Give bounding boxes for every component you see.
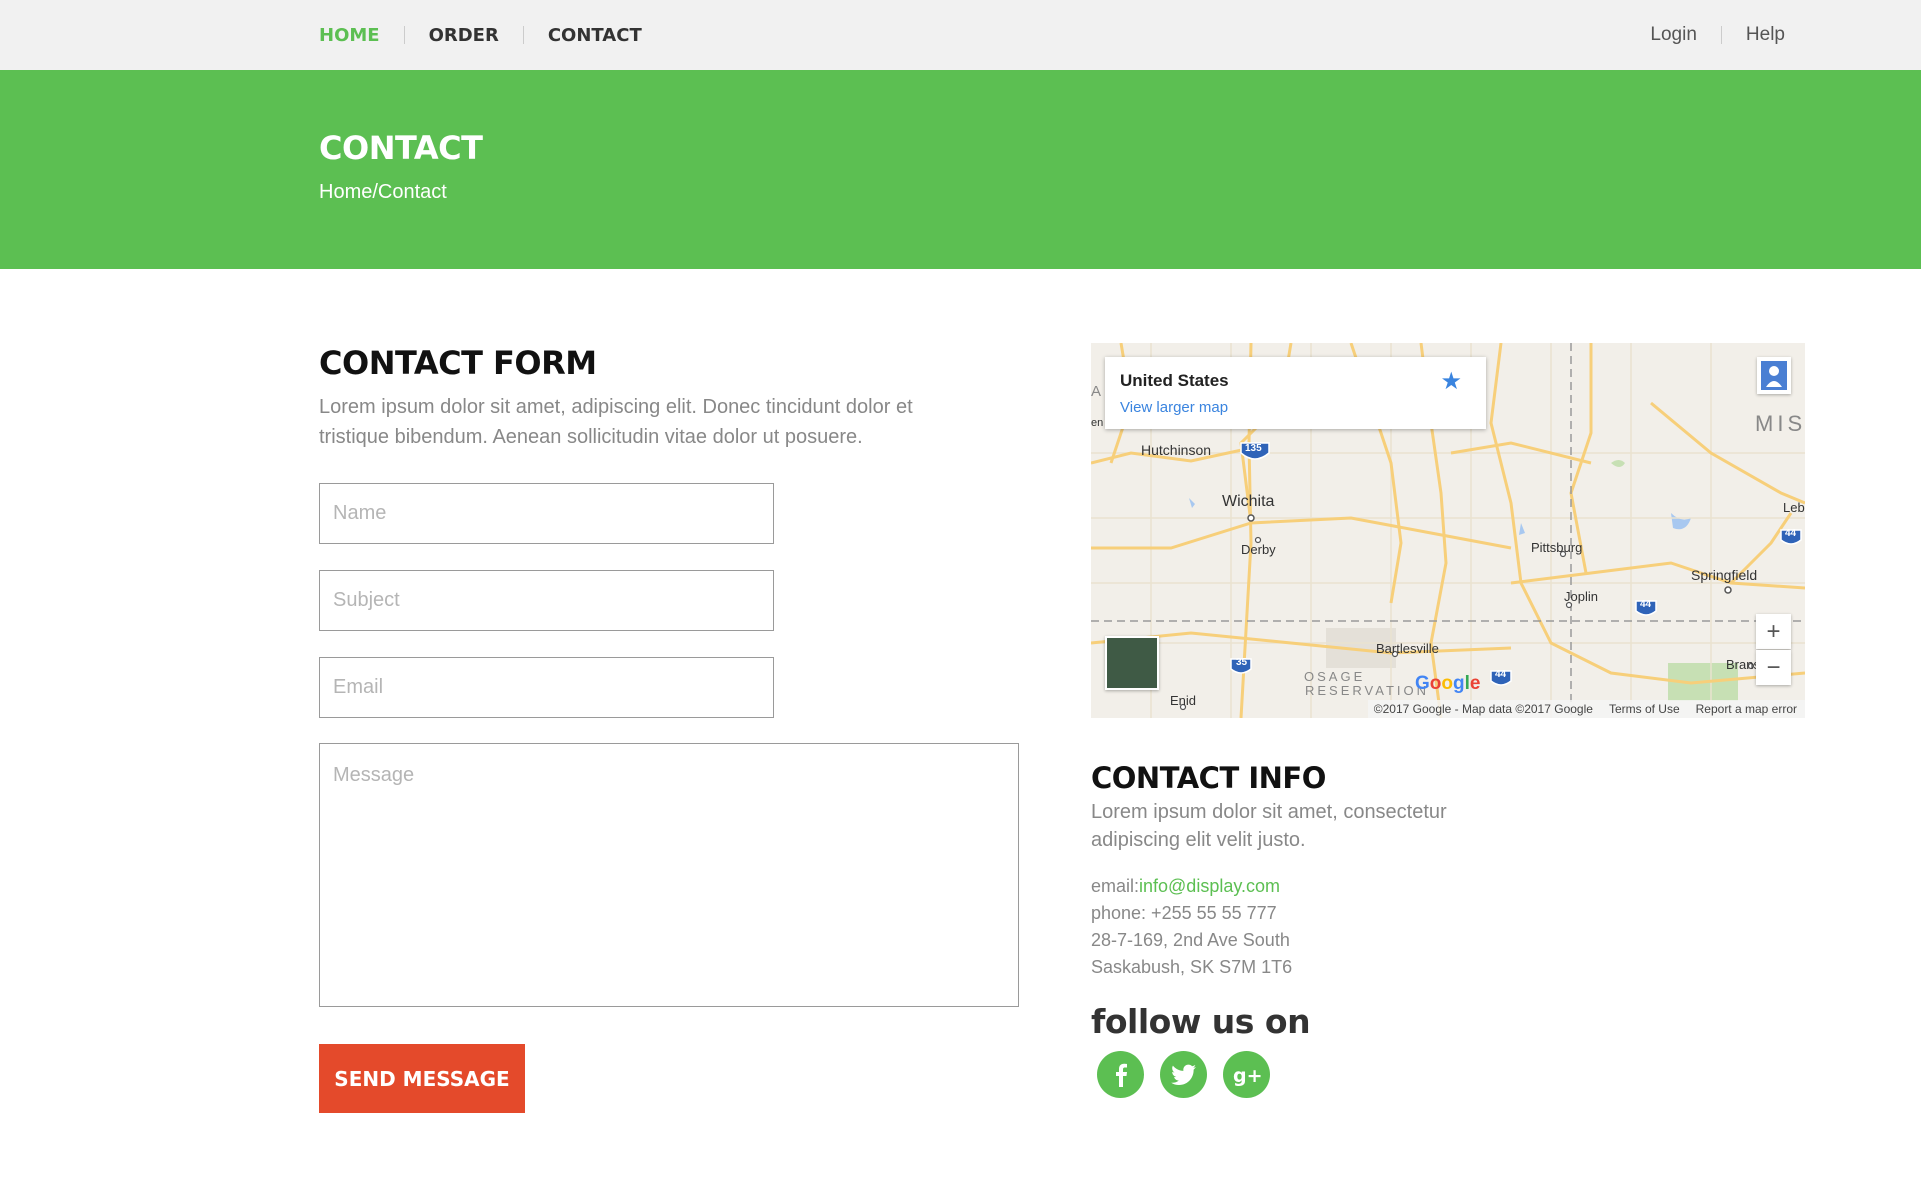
map-label-edge: en xyxy=(1091,417,1104,429)
contact-details: email:info@display.com phone: +255 55 55… xyxy=(1091,873,1292,981)
top-nav: HOME ORDER CONTACT Login Help xyxy=(0,0,1921,70)
map-label-missouri: MIS xyxy=(1755,411,1805,436)
map-attribution-bar: ©2017 Google - Map data ©2017 Google Ter… xyxy=(1367,700,1805,718)
map-label-lebanon: Leba xyxy=(1783,500,1805,515)
page-header-banner: CONTACT Home/Contact xyxy=(0,70,1921,269)
svg-text:g+: g+ xyxy=(1233,1065,1261,1086)
email-link[interactable]: info@display.com xyxy=(1139,876,1280,896)
map-card-title: United States xyxy=(1120,371,1229,390)
subject-input[interactable] xyxy=(319,570,774,631)
breadcrumb: Home/Contact xyxy=(319,181,447,203)
name-input[interactable] xyxy=(319,483,774,544)
twitter-icon[interactable] xyxy=(1160,1051,1207,1098)
map-shield-35: 35 xyxy=(1236,657,1248,668)
map-label-springfield: Springfield xyxy=(1691,567,1758,583)
map-info-card: United States View larger map ★ xyxy=(1105,357,1486,429)
map-copyright: ©2017 Google - Map data ©2017 Google xyxy=(1373,702,1593,716)
google-plus-icon[interactable]: g+ xyxy=(1223,1051,1270,1098)
google-logo: Google xyxy=(1415,673,1481,694)
map-shield-44: 44 xyxy=(1495,669,1507,680)
account-nav: Login Help xyxy=(1650,0,1785,70)
message-textarea[interactable] xyxy=(319,743,1019,1007)
star-icon[interactable]: ★ xyxy=(1440,367,1462,396)
map-embed[interactable]: 135 35 44 44 44 Hutchinson Wichita Derby… xyxy=(1091,343,1805,718)
interstate-shields xyxy=(1230,442,1802,686)
main-nav: HOME ORDER CONTACT xyxy=(319,0,642,70)
map-label-enid: Enid xyxy=(1170,693,1197,708)
contact-form-description: Lorem ipsum dolor sit amet, adipiscing e… xyxy=(319,396,913,448)
map-label-osage: OSAGE xyxy=(1304,669,1366,684)
contact-info-description: Lorem ipsum dolor sit amet, consectetur … xyxy=(1091,801,1447,851)
help-link[interactable]: Help xyxy=(1746,24,1785,46)
contact-form-title: CONTACT FORM xyxy=(319,344,597,382)
email-label: email: xyxy=(1091,876,1140,896)
map-label-hutchinson: Hutchinson xyxy=(1141,442,1212,458)
satellite-toggle-thumbnail[interactable] xyxy=(1105,636,1159,690)
map-shield-135: 135 xyxy=(1245,443,1262,454)
zoom-out-button[interactable]: − xyxy=(1756,650,1791,685)
street-view-pegman-icon[interactable] xyxy=(1757,357,1791,394)
nav-divider xyxy=(522,26,524,44)
email-input[interactable] xyxy=(319,657,774,718)
nav-order-link[interactable]: ORDER xyxy=(429,25,499,46)
email-line: email:info@display.com xyxy=(1091,873,1292,900)
map-label-reservation: RESERVATION xyxy=(1305,683,1430,698)
map-shield-44: 44 xyxy=(1785,528,1797,539)
zoom-in-button[interactable]: + xyxy=(1756,614,1791,649)
map-report-error-link[interactable]: Report a map error xyxy=(1696,702,1797,716)
map-terms-link[interactable]: Terms of Use xyxy=(1609,702,1680,716)
map-label-derby: Derby xyxy=(1241,542,1276,557)
address-line-1: 28-7-169, 2nd Ave South xyxy=(1091,930,1290,950)
phone-line: phone: +255 55 55 777 xyxy=(1091,903,1277,923)
view-larger-map-link[interactable]: View larger map xyxy=(1120,399,1228,416)
page-title: CONTACT xyxy=(319,129,483,167)
facebook-icon[interactable] xyxy=(1097,1051,1144,1098)
nav-divider xyxy=(403,26,405,44)
map-label-wichita: Wichita xyxy=(1222,493,1275,510)
map-label-pittsburg: Pittsburg xyxy=(1531,540,1583,555)
follow-us-title: follow us on xyxy=(1091,1002,1311,1041)
map-shield-44: 44 xyxy=(1640,599,1652,610)
nav-home-link[interactable]: HOME xyxy=(319,25,380,46)
send-message-button[interactable]: SEND MESSAGE xyxy=(319,1044,525,1113)
nav-contact-link[interactable]: CONTACT xyxy=(548,25,642,46)
map-label-edge: A xyxy=(1091,383,1102,400)
login-link[interactable]: Login xyxy=(1650,24,1697,46)
contact-info-title: CONTACT INFO xyxy=(1091,761,1326,795)
map-label-joplin: Joplin xyxy=(1564,589,1598,604)
address-line-2: Saskabush, SK S7M 1T6 xyxy=(1091,957,1293,977)
map-label-bartlesville: Bartlesville xyxy=(1376,641,1439,656)
nav-divider xyxy=(1720,26,1722,44)
